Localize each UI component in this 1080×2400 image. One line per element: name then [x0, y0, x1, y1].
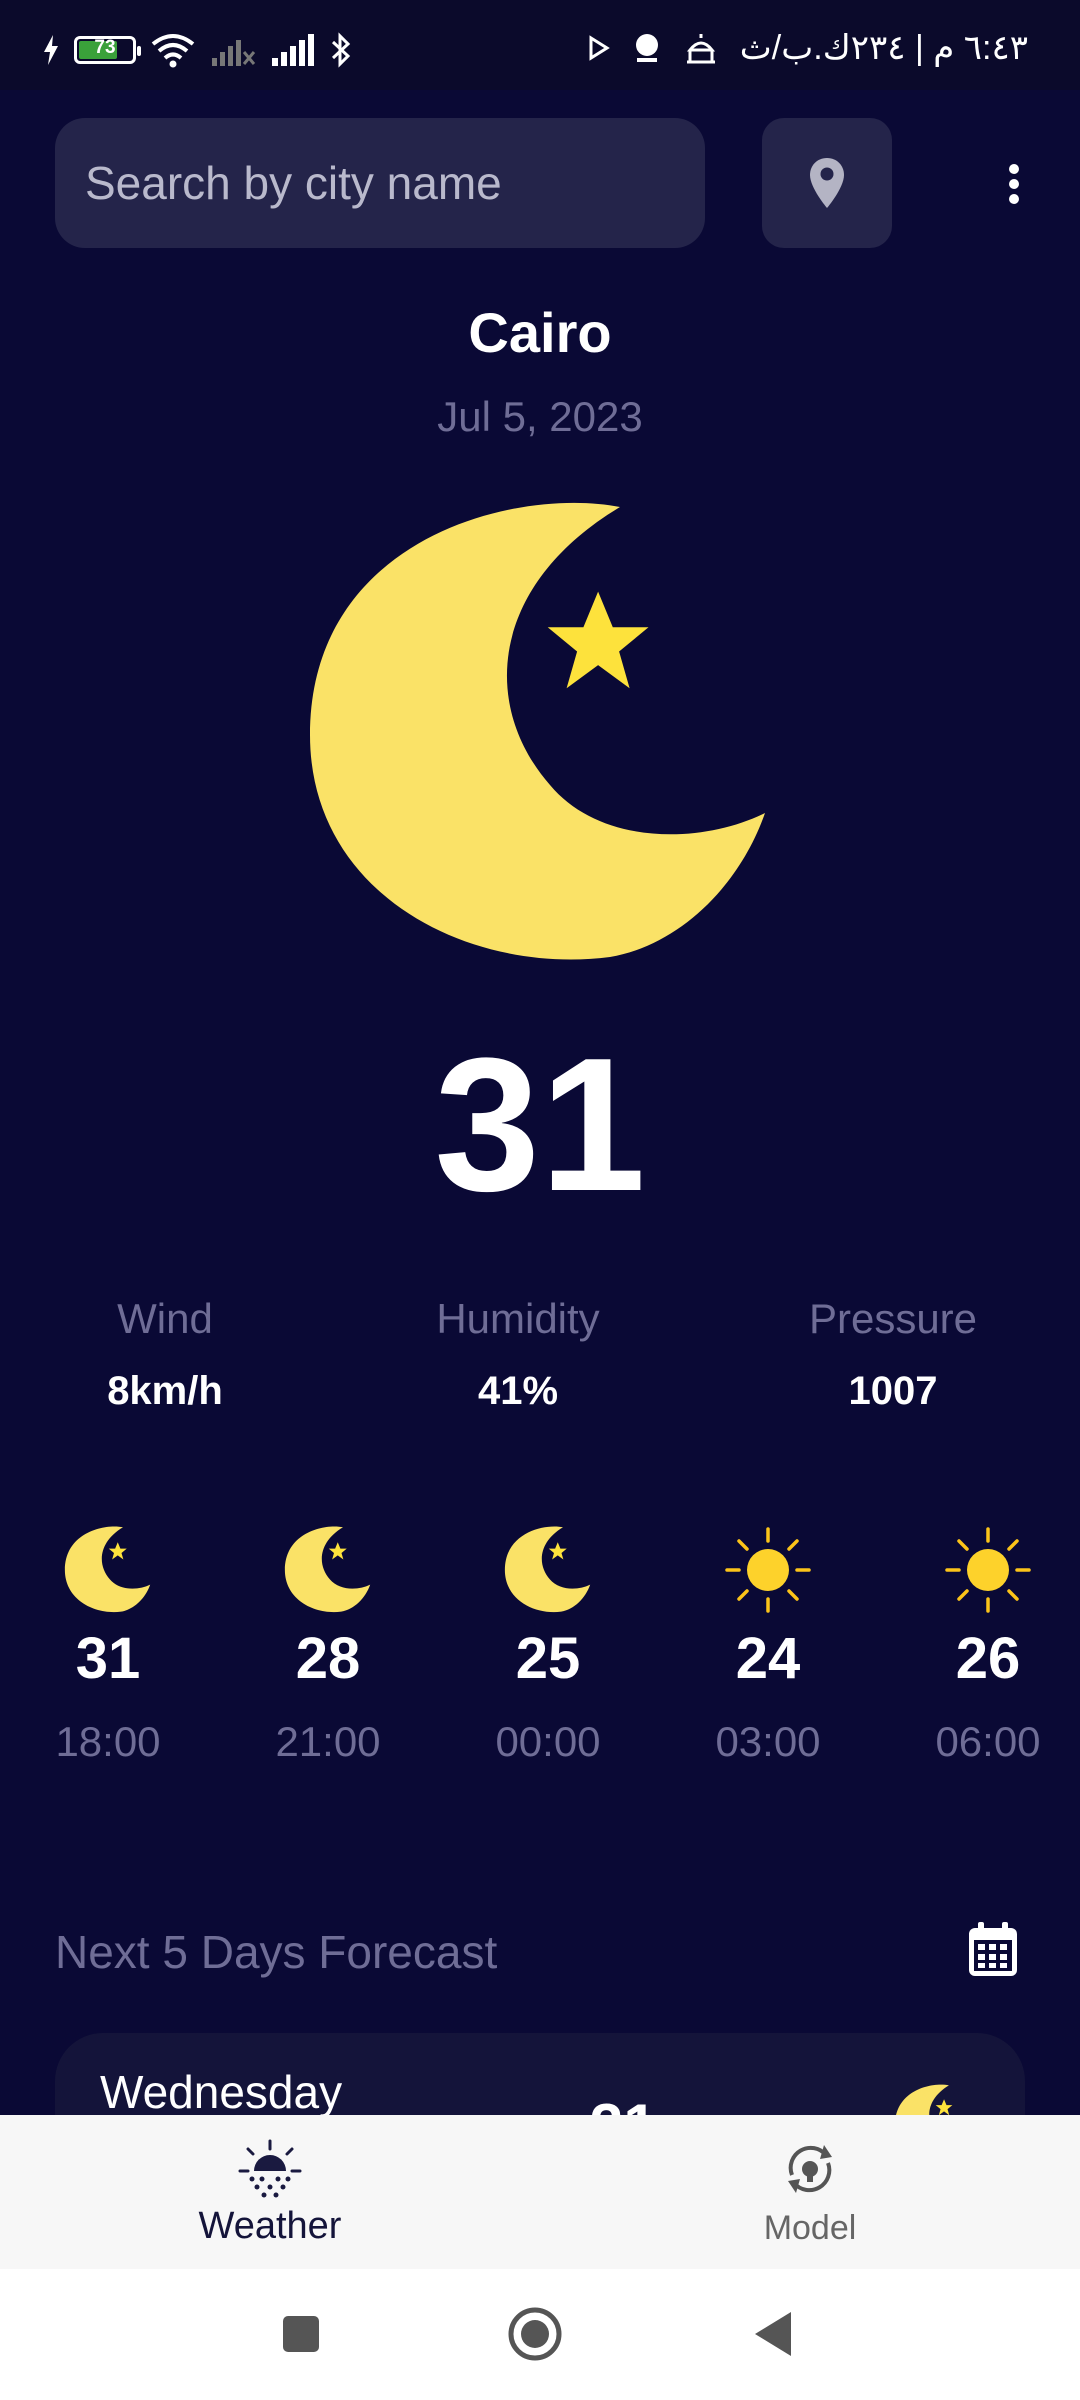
current-temperature: 31 — [434, 1019, 646, 1231]
moon-star-icon — [284, 1526, 371, 1613]
pressure-label: Pressure — [808, 1295, 978, 1342]
sun-icon — [945, 1527, 1031, 1613]
pressure-stat: Pressure 1007 — [743, 1295, 1043, 1414]
nav-item-model[interactable]: Model — [660, 2115, 960, 2269]
current-date: Jul 5, 2023 — [437, 393, 643, 440]
pressure-value: 1007 — [848, 1369, 938, 1413]
home-circle-icon — [508, 2307, 562, 2361]
location-button[interactable] — [762, 118, 892, 248]
home-button[interactable] — [500, 2299, 570, 2369]
hourly-forecast: 31 18:00 28 21:00 25 00:00 24 03:00 26 0… — [0, 1525, 1080, 1795]
forecast-title: Next 5 Days Forecast — [55, 1926, 498, 1978]
hourly-item[interactable]: 28 21:00 — [253, 1525, 403, 1766]
system-navigation-bar — [0, 2269, 1080, 2400]
humidity-stat: Humidity 41% — [368, 1295, 668, 1414]
model-refresh-icon — [788, 2145, 832, 2193]
location-pin-icon — [810, 158, 844, 208]
search-input[interactable] — [83, 155, 687, 211]
back-button[interactable] — [738, 2299, 808, 2369]
square-icon — [283, 2316, 319, 2352]
hourly-item[interactable]: 26 06:00 — [913, 1525, 1063, 1766]
signal-icon — [272, 34, 314, 66]
nav-item-weather[interactable]: Weather — [120, 2115, 420, 2269]
play-icon — [589, 35, 610, 61]
more-vert-icon — [1009, 164, 1019, 204]
hourly-item[interactable]: 25 00:00 — [473, 1525, 623, 1766]
moon-star-icon — [64, 1526, 151, 1613]
notification-icon — [635, 34, 658, 62]
status-bar: 73 ٦:٤٣ م | ٢٣٤ك.ب/ث — [0, 0, 1080, 90]
hourly-time: 00:00 — [495, 1718, 601, 1765]
more-options-button[interactable] — [990, 150, 1038, 218]
forecast-day-name: Wednesday — [100, 2066, 343, 2118]
hourly-temp: 25 — [515, 1626, 581, 1691]
moon-star-icon — [504, 1526, 591, 1613]
mosque-icon — [686, 34, 715, 64]
hourly-temp: 31 — [75, 1626, 141, 1691]
wind-value: 8km/h — [107, 1369, 223, 1413]
hourly-time: 03:00 — [715, 1718, 821, 1765]
hourly-item[interactable]: 24 03:00 — [693, 1525, 843, 1766]
wind-stat: Wind 8km/h — [15, 1295, 315, 1414]
wind-label: Wind — [117, 1295, 213, 1342]
nav-label-weather: Weather — [198, 2205, 342, 2247]
hourly-time: 06:00 — [935, 1718, 1041, 1765]
recents-button[interactable] — [266, 2299, 336, 2369]
bluetooth-icon — [331, 32, 351, 68]
weather-sun-icon — [238, 2139, 302, 2198]
back-triangle-icon — [755, 2312, 791, 2356]
status-time: ٦:٤٣ م | ٢٣٤ك.ب/ث — [739, 29, 1028, 67]
calendar-icon — [969, 1922, 1017, 1976]
charging-icon — [44, 35, 58, 65]
hourly-time: 18:00 — [55, 1718, 161, 1765]
status-icons-right: ٦:٤٣ م | ٢٣٤ك.ب/ث — [588, 28, 1028, 68]
calendar-button[interactable] — [965, 1920, 1021, 1980]
humidity-label: Humidity — [436, 1295, 600, 1342]
search-bar[interactable] — [55, 118, 705, 248]
status-icons-left: 73 — [42, 30, 352, 70]
city-name: Cairo — [468, 301, 612, 364]
humidity-value: 41% — [477, 1369, 559, 1413]
hourly-temp: 28 — [295, 1626, 361, 1691]
hourly-temp: 26 — [955, 1626, 1021, 1691]
battery-icon: 73 — [74, 36, 141, 64]
wifi-icon — [151, 34, 195, 68]
weather-stats: Wind 8km/h Humidity 41% Pressure 1007 — [0, 1295, 1080, 1435]
sun-icon — [725, 1527, 811, 1613]
hourly-time: 21:00 — [275, 1718, 381, 1765]
nav-label-model: Model — [763, 2209, 857, 2247]
hourly-item[interactable]: 31 18:00 — [33, 1525, 183, 1766]
signal-off-icon — [212, 40, 256, 66]
hourly-temp: 24 — [735, 1626, 801, 1691]
moon-star-icon — [310, 502, 765, 960]
battery-level: 73 — [94, 37, 116, 58]
bottom-navigation: Weather Model — [0, 2115, 1080, 2269]
